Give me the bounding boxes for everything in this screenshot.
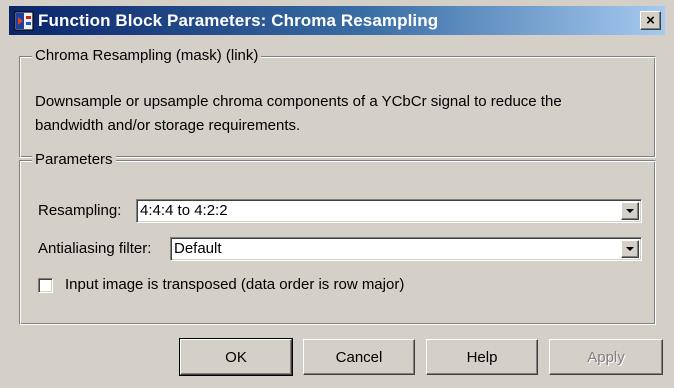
parameters-group-legend: Parameters [32,151,116,169]
transposed-checkbox-label[interactable]: Input image is transposed (data order is… [65,276,404,294]
apply-button: Apply [549,339,663,375]
description-line-2: bandwidth and/or storage requirements. [35,117,301,134]
description-group-legend: Chroma Resampling (mask) (link) [32,47,262,65]
cancel-button[interactable]: Cancel [303,339,415,375]
antialiasing-filter-dropdown-button[interactable] [621,240,639,258]
resampling-label: Resampling: [38,202,122,219]
resampling-select-value: 4:4:4 to 4:2:2 [140,202,228,219]
close-button[interactable]: × [640,11,661,30]
window-title: Function Block Parameters: Chroma Resamp… [38,10,439,30]
dialog-window: Function Block Parameters: Chroma Resamp… [0,0,674,388]
resampling-select[interactable]: 4:4:4 to 4:2:2 [136,199,642,223]
title-bar[interactable]: Function Block Parameters: Chroma Resamp… [9,6,665,35]
help-button[interactable]: Help [426,339,538,375]
simulink-block-icon [14,11,34,31]
chevron-down-icon [626,209,634,213]
ok-button[interactable]: OK [179,338,293,376]
description-line-1: Downsample or upsample chroma components… [35,93,562,110]
description-group: Chroma Resampling (mask) (link) Downsamp… [19,46,656,158]
resampling-dropdown-button[interactable] [621,202,639,220]
transposed-checkbox[interactable] [38,278,53,293]
close-icon: × [646,12,655,29]
chevron-down-icon [626,247,634,251]
antialiasing-filter-label: Antialiasing filter: [38,240,152,257]
antialiasing-filter-select-value: Default [174,240,222,257]
parameters-group: Parameters Resampling: 4:4:4 to 4:2:2 An… [19,150,656,325]
antialiasing-filter-select[interactable]: Default [170,237,642,261]
